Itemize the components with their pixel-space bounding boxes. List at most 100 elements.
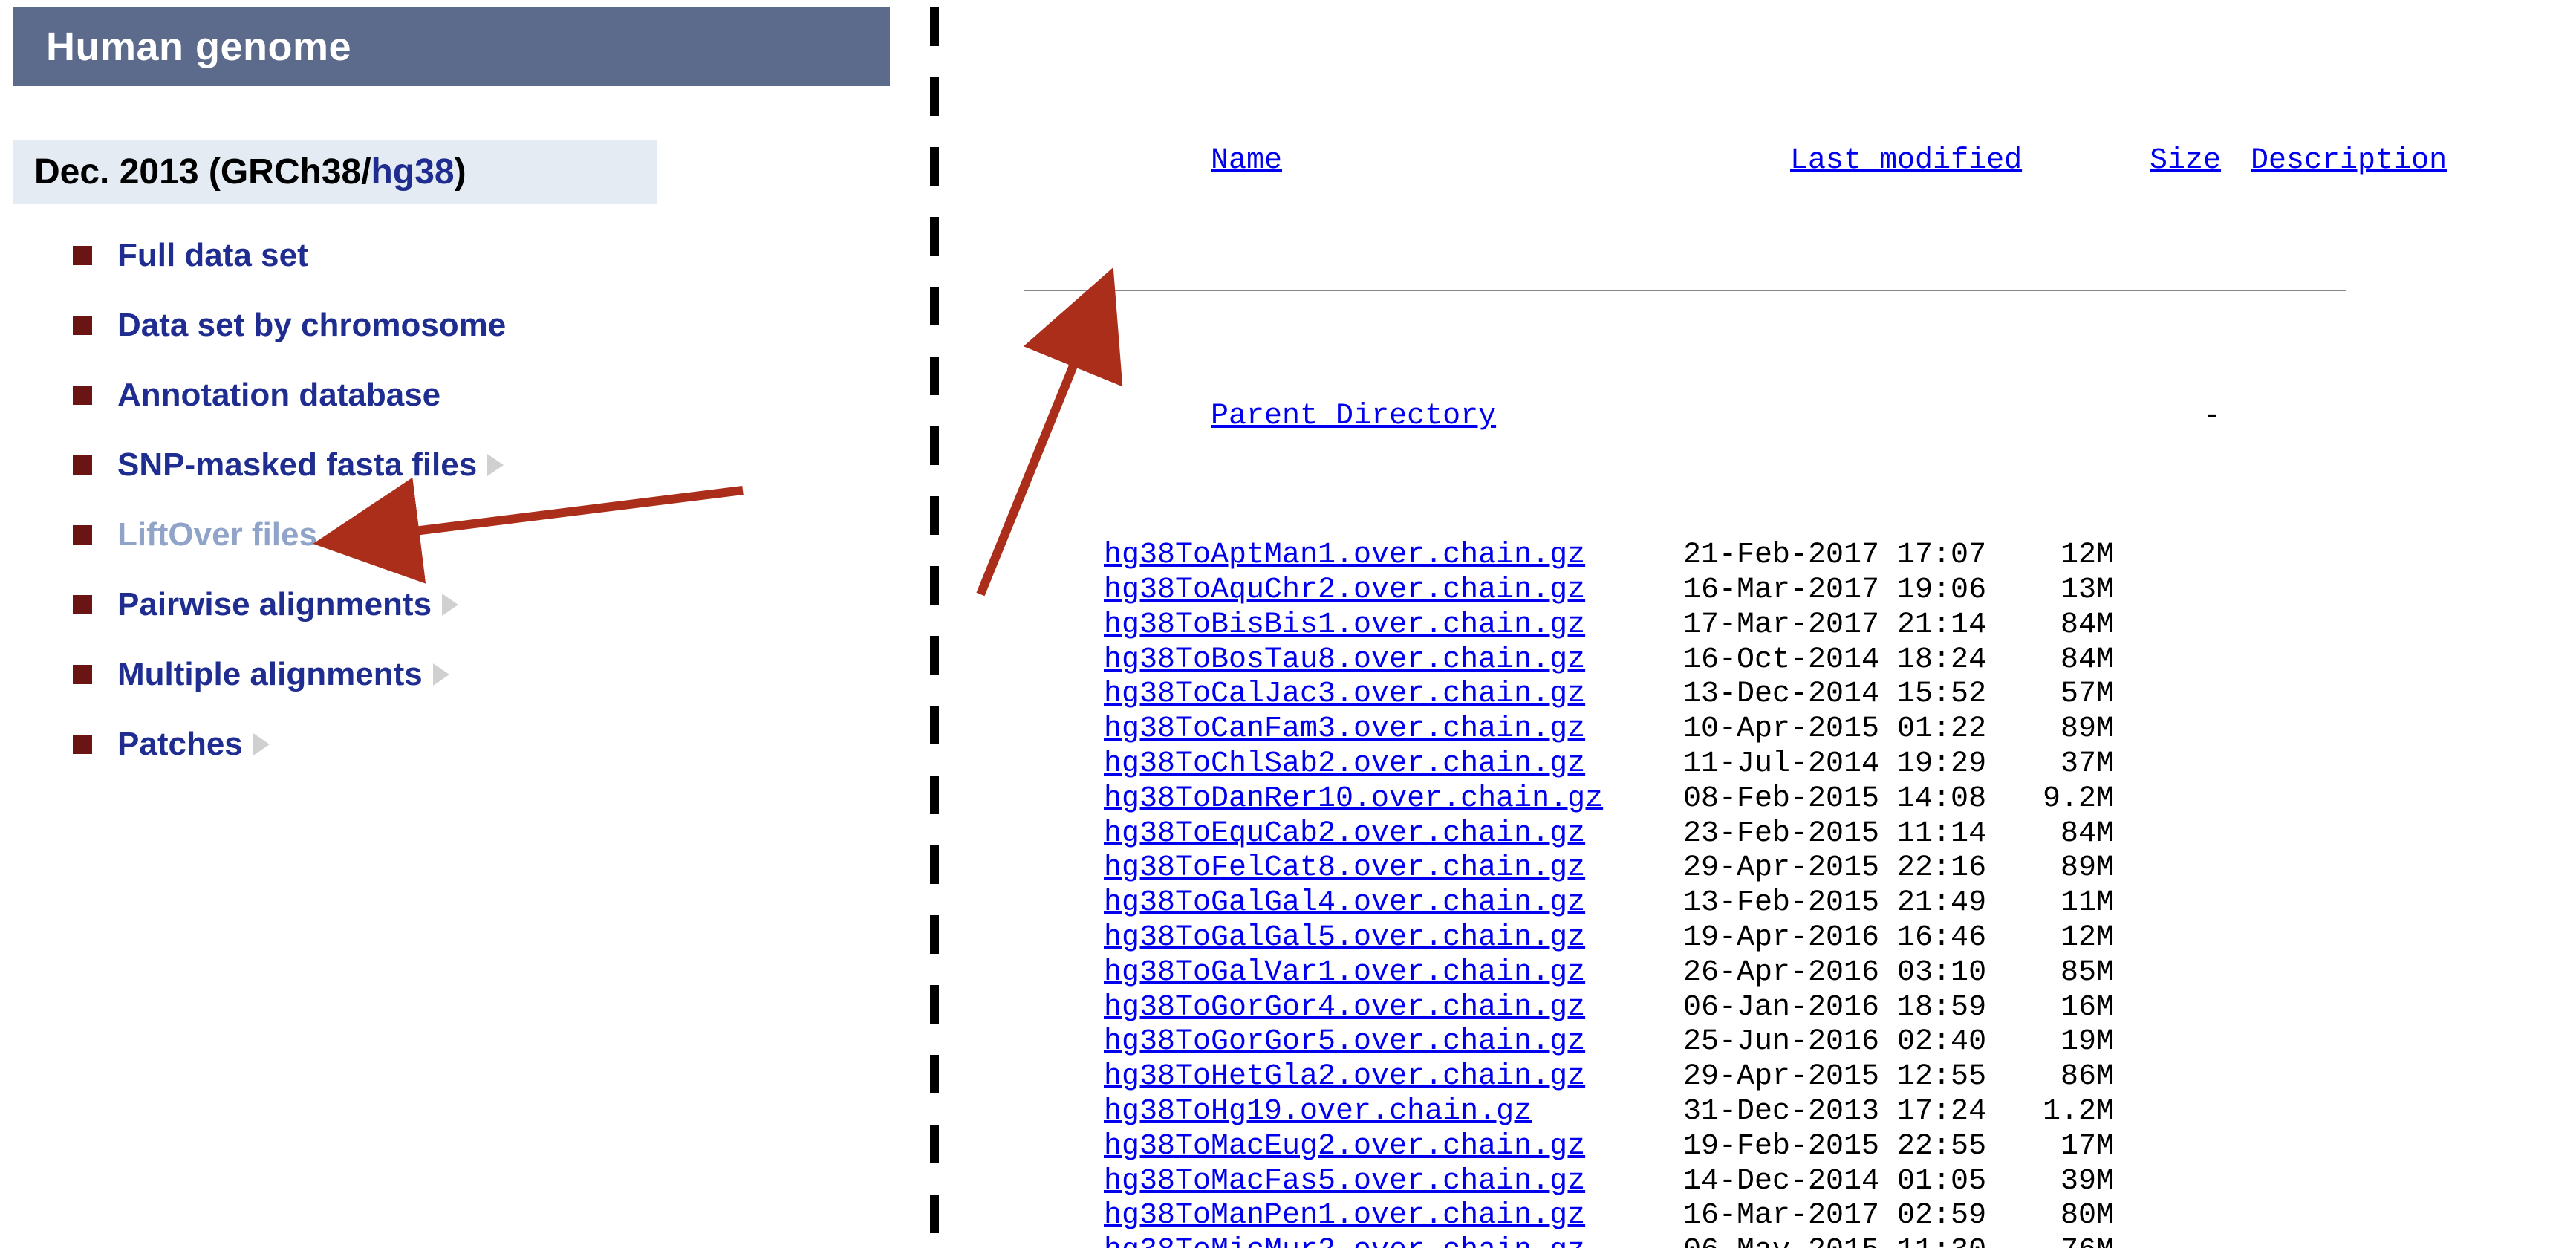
- file-row: hg38ToBisBis1.over.chain.gz 17-Mar-2017 2…: [1024, 608, 2346, 643]
- file-row: hg38ToCanFam3.over.chain.gz 10-Apr-2015 0…: [1024, 712, 2346, 747]
- nav-item-snp-masked-fasta-files[interactable]: SNP-masked fasta files: [73, 446, 890, 484]
- file-date: 16-Mar-2017 02:59: [1683, 1199, 2003, 1234]
- file-link[interactable]: hg38ToGorGor5.over.chain.gz: [1104, 1025, 1585, 1059]
- file-size: 89M: [2003, 851, 2114, 886]
- listing-header-row: NameLast modifiedSizeDescription: [1024, 110, 2346, 214]
- file-date: 16-Mar-2017 19:06: [1683, 573, 2003, 608]
- square-bullet-icon: [73, 246, 92, 265]
- file-row: hg38ToEquCab2.over.chain.gz23-Feb-2015 1…: [1024, 817, 2346, 852]
- section-header-human-genome: Human genome: [13, 7, 890, 86]
- nav-item-pairwise-alignments[interactable]: Pairwise alignments: [73, 586, 890, 623]
- sort-by-name-link[interactable]: Name: [1211, 144, 1282, 178]
- file-date: 13-Feb-2015 21:49: [1683, 886, 2003, 921]
- file-link[interactable]: hg38ToChlSab2.over.chain.gz: [1104, 747, 1585, 781]
- square-bullet-icon: [73, 316, 92, 335]
- file-link[interactable]: hg38ToManPen1.over.chain.gz: [1104, 1199, 1585, 1232]
- file-link[interactable]: hg38ToHg19.over.chain.gz: [1104, 1095, 1532, 1128]
- file-link[interactable]: hg38ToDanRer10.over.chain.gz: [1104, 782, 1603, 816]
- sort-by-description-link[interactable]: Description: [2251, 144, 2447, 178]
- file-row: hg38ToMacFas5.over.chain.gz14-Dec-2014 0…: [1024, 1165, 2346, 1200]
- file-row: hg38ToManPen1.over.chain.gz 16-Mar-2017 0…: [1024, 1199, 2346, 1234]
- nav-item-label: Multiple alignments: [117, 656, 423, 693]
- file-date: 06-May-2015 11:30: [1683, 1234, 2003, 1248]
- file-row: hg38ToGalGal5.over.chain.gz19-Apr-2016 1…: [1024, 921, 2346, 956]
- file-row: hg38ToHg19.over.chain.gz 31-Dec-2013 17:2…: [1024, 1095, 2346, 1130]
- file-row: hg38ToChlSab2.over.chain.gz11-Jul-2014 1…: [1024, 747, 2346, 782]
- file-date: 06-Jan-2016 18:59: [1683, 991, 2003, 1026]
- file-link[interactable]: hg38ToFelCat8.over.chain.gz: [1104, 851, 1585, 885]
- parent-directory-row[interactable]: Parent Directory -: [1024, 365, 2346, 469]
- nav-item-full-data-set[interactable]: Full data set: [73, 237, 890, 274]
- nav-item-liftover-files[interactable]: LiftOver files: [73, 516, 890, 553]
- file-link[interactable]: hg38ToCalJac3.over.chain.gz: [1104, 677, 1585, 711]
- file-link[interactable]: hg38ToGalGal4.over.chain.gz: [1104, 886, 1585, 920]
- file-row: hg38ToMicMur2.over.chain.gz 06-May-2015 1…: [1024, 1234, 2346, 1248]
- file-size: 84M: [2003, 817, 2114, 852]
- nav-item-label: SNP-masked fasta files: [117, 446, 477, 484]
- file-date: 10-Apr-2015 01:22: [1683, 712, 2003, 747]
- file-link[interactable]: hg38ToBosTau8.over.chain.gz: [1104, 643, 1585, 677]
- file-date: 19-Feb-2015 22:55: [1683, 1130, 2003, 1165]
- file-link[interactable]: hg38ToMacFas5.over.chain.gz: [1104, 1165, 1585, 1198]
- chevron-right-icon: [442, 594, 458, 616]
- file-size: 76M: [2003, 1234, 2114, 1248]
- file-link[interactable]: hg38ToCanFam3.over.chain.gz: [1104, 712, 1585, 746]
- square-bullet-icon: [73, 595, 92, 614]
- file-row: hg38ToDanRer10.over.chain.gz08-Feb-2015 …: [1024, 782, 2346, 817]
- nav-item-patches[interactable]: Patches: [73, 726, 890, 763]
- chevron-right-icon: [433, 663, 449, 686]
- nav-item-annotation-database[interactable]: Annotation database: [73, 377, 890, 414]
- assembly-link-hg38[interactable]: hg38: [371, 152, 455, 192]
- directory-listing: NameLast modifiedSizeDescription Parent …: [1024, 40, 2346, 1248]
- file-size: 84M: [2003, 643, 2114, 678]
- file-size: 9.2M: [2003, 782, 2114, 817]
- file-row: hg38ToGorGor4.over.chain.gz 06-Jan-2016 1…: [1024, 991, 2346, 1026]
- file-date: 21-Feb-2017 17:07: [1683, 539, 2003, 573]
- nav-item-data-set-by-chromosome[interactable]: Data set by chromosome: [73, 307, 890, 344]
- file-date: 29-Apr-2015 22:16: [1683, 851, 2003, 886]
- chevron-right-icon: [253, 733, 270, 755]
- file-date: 31-Dec-2013 17:24: [1683, 1095, 2003, 1130]
- file-size: 80M: [2003, 1199, 2114, 1234]
- file-size: 57M: [2003, 677, 2114, 712]
- nav-item-label: Annotation database: [117, 377, 440, 414]
- file-row: hg38ToGalGal4.over.chain.gz 13-Feb-2015 2…: [1024, 886, 2346, 921]
- parent-directory-link[interactable]: Parent Directory: [1211, 400, 1496, 433]
- sort-by-size-link[interactable]: Size: [2150, 144, 2221, 178]
- vertical-divider: [930, 7, 939, 1241]
- file-row: hg38ToGorGor5.over.chain.gz 25-Jun-2016 0…: [1024, 1025, 2346, 1060]
- file-row: hg38ToAptMan1.over.chain.gz 21-Feb-2017 1…: [1024, 539, 2346, 573]
- chevron-right-icon: [487, 454, 504, 476]
- square-bullet-icon: [73, 525, 92, 545]
- nav-item-multiple-alignments[interactable]: Multiple alignments: [73, 656, 890, 693]
- file-row: hg38ToHetGla2.over.chain.gz 29-Apr-2015 1…: [1024, 1060, 2346, 1095]
- file-size: 85M: [2003, 956, 2114, 991]
- file-link[interactable]: hg38ToGalVar1.over.chain.gz: [1104, 956, 1585, 989]
- file-size: 89M: [2003, 712, 2114, 747]
- file-link[interactable]: hg38ToAptMan1.over.chain.gz: [1104, 539, 1585, 572]
- file-date: 25-Jun-2016 02:40: [1683, 1025, 2003, 1060]
- file-link[interactable]: hg38ToEquCab2.over.chain.gz: [1104, 817, 1585, 851]
- file-link[interactable]: hg38ToAquChr2.over.chain.gz: [1104, 573, 1585, 607]
- file-size: 12M: [2003, 921, 2114, 956]
- file-date: 29-Apr-2015 12:55: [1683, 1060, 2003, 1095]
- file-link[interactable]: hg38ToGalGal5.over.chain.gz: [1104, 921, 1585, 955]
- square-bullet-icon: [73, 386, 92, 405]
- file-link[interactable]: hg38ToGorGor4.over.chain.gz: [1104, 991, 1585, 1024]
- file-date: 17-Mar-2017 21:14: [1683, 608, 2003, 643]
- file-row: hg38ToAquChr2.over.chain.gz 16-Mar-2017 1…: [1024, 573, 2346, 608]
- file-link[interactable]: hg38ToMicMur2.over.chain.gz: [1104, 1234, 1585, 1248]
- file-link[interactable]: hg38ToMacEug2.over.chain.gz: [1104, 1130, 1585, 1163]
- file-size: 19M: [2003, 1025, 2114, 1060]
- file-date: 13-Dec-2014 15:52: [1683, 677, 2003, 712]
- assembly-suffix: ): [455, 152, 466, 192]
- file-link[interactable]: hg38ToBisBis1.over.chain.gz: [1104, 608, 1585, 642]
- file-size: 37M: [2003, 747, 2114, 782]
- square-bullet-icon: [73, 455, 92, 475]
- file-size: 16M: [2003, 991, 2114, 1026]
- nav-item-label: LiftOver files: [117, 516, 317, 553]
- sort-by-last-modified-link[interactable]: Last modified: [1790, 144, 2022, 178]
- file-row: hg38ToBosTau8.over.chain.gz16-Oct-2014 1…: [1024, 643, 2346, 678]
- file-link[interactable]: hg38ToHetGla2.over.chain.gz: [1104, 1060, 1585, 1093]
- nav-item-label: Patches: [117, 726, 243, 763]
